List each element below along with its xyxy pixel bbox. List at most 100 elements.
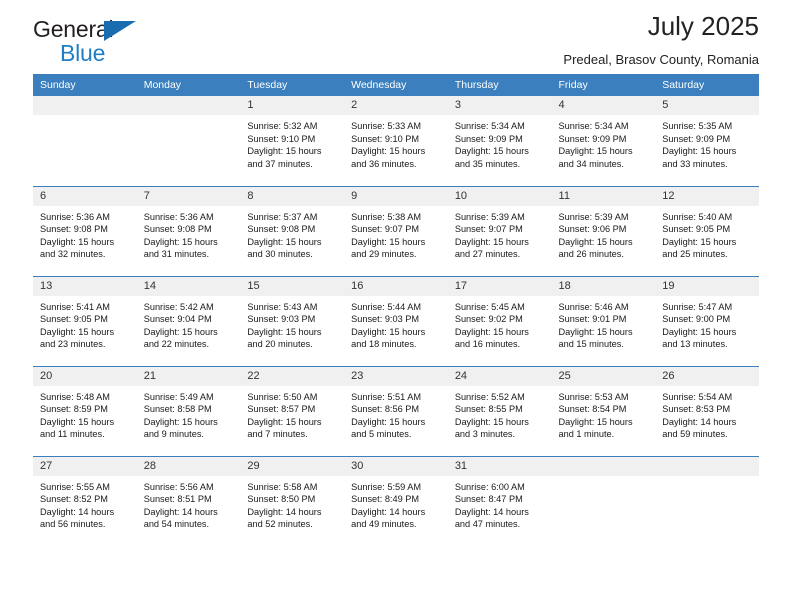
daylight-text: Daylight: 15 hours and 30 minutes.: [247, 236, 322, 260]
calendar-day-cell[interactable]: 22 Sunrise: 5:50 AM Sunset: 8:57 PM Dayligh…: [240, 365, 345, 456]
sunrise-text: Sunrise: 6:00 AM: [454, 481, 525, 492]
calendar-day-cell[interactable]: 30 Sunrise: 5:59 AM Sunset: 8:49 PM Dayligh…: [344, 455, 448, 546]
calendar-day-cell[interactable]: 4 Sunrise: 5:34 AM Sunset: 9:09 PM Daylight…: [551, 96, 656, 186]
calendar-page: General Blue July 2025 Predeal, Brasov C…: [0, 0, 792, 612]
sunset-text: Sunset: 9:06 PM: [558, 224, 627, 235]
calendar-day-cell[interactable]: 24 Sunrise: 5:52 AM Sunset: 8:55 PM Dayligh…: [447, 365, 552, 456]
daylight-text: Daylight: 15 hours and 26 minutes.: [558, 236, 633, 260]
day-number: 14: [136, 276, 241, 296]
sunrise-text: Sunrise: 5:44 AM: [351, 301, 422, 312]
sunset-text: Sunset: 8:49 PM: [351, 494, 420, 505]
calendar-day-cell[interactable]: 7 Sunrise: 5:36 AM Sunset: 9:08 PM Daylight…: [136, 185, 241, 276]
day-details: Sunrise: 5:54 AM Sunset: 8:53 PM Daylight:…: [655, 386, 759, 441]
day-details: Sunrise: 5:49 AM Sunset: 8:58 PM Daylight:…: [137, 386, 241, 441]
daylight-text: Daylight: 15 hours and 22 minutes.: [143, 326, 218, 350]
daylight-text: Daylight: 15 hours and 20 minutes.: [247, 326, 322, 350]
day-details: Sunrise: 5:40 AM Sunset: 9:05 PM Daylight:…: [655, 206, 759, 261]
page-title: July 2025: [647, 11, 759, 41]
sunset-text: Sunset: 9:05 PM: [40, 314, 108, 325]
day-number: 16: [344, 276, 448, 296]
sunrise-text: Sunrise: 5:58 AM: [247, 481, 318, 492]
sunrise-text: Sunrise: 5:41 AM: [40, 301, 110, 312]
sunset-text: Sunset: 8:50 PM: [247, 494, 316, 505]
sunset-text: Sunset: 9:01 PM: [558, 314, 627, 325]
sunset-text: Sunset: 8:51 PM: [143, 494, 212, 505]
calendar-day-cell[interactable]: 17 Sunrise: 5:45 AM Sunset: 9:02 PM Dayligh…: [447, 275, 552, 366]
sunrise-text: Sunrise: 5:53 AM: [558, 391, 629, 402]
day-details: Sunrise: 5:36 AM Sunset: 9:08 PM Daylight:…: [33, 206, 137, 261]
calendar-day-cell[interactable]: 8 Sunrise: 5:37 AM Sunset: 9:08 PM Daylight…: [240, 185, 345, 276]
calendar-day-cell[interactable]: 12 Sunrise: 5:40 AM Sunset: 9:05 PM Dayligh…: [655, 185, 759, 276]
calendar-day-cell[interactable]: 19 Sunrise: 5:47 AM Sunset: 9:00 PM Dayligh…: [655, 275, 759, 366]
daylight-text: Daylight: 14 hours and 56 minutes.: [40, 506, 115, 530]
calendar-day-cell[interactable]: 18 Sunrise: 5:46 AM Sunset: 9:01 PM Dayligh…: [551, 275, 656, 366]
day-details: Sunrise: 5:46 AM Sunset: 9:01 PM Daylight:…: [552, 296, 656, 351]
day-number: 17: [447, 276, 552, 296]
day-number: 10: [447, 186, 552, 206]
daylight-text: Daylight: 14 hours and 49 minutes.: [351, 506, 426, 530]
sunrise-text: Sunrise: 5:43 AM: [247, 301, 318, 312]
calendar-day-cell[interactable]: 15 Sunrise: 5:43 AM Sunset: 9:03 PM Dayligh…: [240, 275, 345, 366]
sunrise-text: Sunrise: 5:34 AM: [558, 121, 629, 131]
calendar-day-cell[interactable]: 9 Sunrise: 5:38 AM Sunset: 9:07 PM Daylight…: [344, 185, 448, 276]
calendar-day-cell[interactable]: 2 Sunrise: 5:33 AM Sunset: 9:10 PM Daylight…: [344, 96, 448, 186]
sunrise-text: Sunrise: 5:35 AM: [662, 121, 733, 131]
day-number: 30: [344, 456, 448, 476]
day-number: 1: [240, 96, 345, 115]
day-number: 26: [655, 366, 759, 386]
calendar-day-cell[interactable]: 10 Sunrise: 5:39 AM Sunset: 9:07 PM Dayligh…: [447, 185, 552, 276]
day-details: Sunrise: 5:55 AM Sunset: 8:52 PM Daylight:…: [33, 476, 137, 531]
day-number: [551, 456, 656, 476]
calendar-day-cell[interactable]: 1 Sunrise: 5:32 AM Sunset: 9:10 PM Daylight…: [240, 96, 345, 186]
day-details: Sunrise: 5:58 AM Sunset: 8:50 PM Daylight:…: [240, 476, 344, 531]
sunrise-text: Sunrise: 5:55 AM: [40, 481, 110, 492]
calendar-day-cell[interactable]: 27 Sunrise: 5:55 AM Sunset: 8:52 PM Dayligh…: [33, 455, 137, 546]
calendar-day-cell[interactable]: 20 Sunrise: 5:48 AM Sunset: 8:59 PM Dayligh…: [33, 365, 137, 456]
sunset-text: Sunset: 9:10 PM: [247, 133, 316, 144]
calendar-day-cell-empty: [551, 455, 656, 546]
calendar-day-cell[interactable]: 31 Sunrise: 6:00 AM Sunset: 8:47 PM Dayligh…: [447, 455, 552, 546]
calendar-day-cell[interactable]: 13 Sunrise: 5:41 AM Sunset: 9:05 PM Dayligh…: [33, 275, 137, 366]
day-number: 20: [33, 366, 137, 386]
day-details: Sunrise: 5:41 AM Sunset: 9:05 PM Daylight:…: [33, 296, 137, 351]
day-details: Sunrise: 5:47 AM Sunset: 9:00 PM Daylight:…: [655, 296, 759, 351]
day-details: Sunrise: 5:42 AM Sunset: 9:04 PM Daylight:…: [137, 296, 241, 351]
sunset-text: Sunset: 9:08 PM: [143, 224, 212, 235]
calendar-day-cell[interactable]: 29 Sunrise: 5:58 AM Sunset: 8:50 PM Dayligh…: [240, 455, 345, 546]
weekday-header-sunday: Sunday: [33, 74, 137, 96]
weekday-header-friday: Friday: [551, 74, 656, 96]
day-details: Sunrise: 5:36 AM Sunset: 9:08 PM Daylight:…: [137, 206, 241, 261]
day-number: 25: [551, 366, 656, 386]
calendar-day-cell[interactable]: 3 Sunrise: 5:34 AM Sunset: 9:09 PM Daylight…: [447, 96, 552, 186]
calendar-day-cell[interactable]: 5 Sunrise: 5:35 AM Sunset: 9:09 PM Daylight…: [655, 96, 759, 186]
weekday-header-row: Sunday Monday Tuesday Wednesday Thursday Frid…: [33, 74, 759, 96]
daylight-text: Daylight: 15 hours and 11 minutes.: [40, 416, 115, 440]
calendar-day-cell[interactable]: 6 Sunrise: 5:36 AM Sunset: 9:08 PM Daylight…: [33, 185, 137, 276]
calendar-day-cell[interactable]: 25 Sunrise: 5:53 AM Sunset: 8:54 PM Dayligh…: [551, 365, 656, 456]
calendar-day-cell[interactable]: 16 Sunrise: 5:44 AM Sunset: 9:03 PM Dayligh…: [344, 275, 448, 366]
daylight-text: Daylight: 15 hours and 27 minutes.: [454, 236, 529, 260]
calendar-day-cell[interactable]: 26 Sunrise: 5:54 AM Sunset: 8:53 PM Dayligh…: [655, 365, 759, 456]
day-details: Sunrise: 5:37 AM Sunset: 9:08 PM Daylight:…: [240, 206, 344, 261]
sunrise-text: Sunrise: 5:38 AM: [351, 211, 422, 222]
sunrise-text: Sunrise: 5:52 AM: [454, 391, 525, 402]
calendar-day-cell[interactable]: 11 Sunrise: 5:39 AM Sunset: 9:06 PM Dayligh…: [551, 185, 656, 276]
calendar-day-cell[interactable]: 21 Sunrise: 5:49 AM Sunset: 8:58 PM Dayligh…: [136, 365, 241, 456]
weekday-header-saturday: Saturday: [655, 74, 759, 96]
calendar-day-cell[interactable]: 28 Sunrise: 5:56 AM Sunset: 8:51 PM Dayligh…: [136, 455, 241, 546]
general-blue-logo[interactable]: General Blue: [33, 18, 163, 66]
calendar-week-row: 1 Sunrise: 5:32 AM Sunset: 9:10 PM Daylight…: [33, 96, 759, 186]
calendar-day-cell[interactable]: 14 Sunrise: 5:42 AM Sunset: 9:04 PM Dayligh…: [136, 275, 241, 366]
day-details: Sunrise: 5:50 AM Sunset: 8:57 PM Daylight:…: [240, 386, 344, 441]
calendar-day-cell[interactable]: 23 Sunrise: 5:51 AM Sunset: 8:56 PM Dayligh…: [344, 365, 448, 456]
daylight-text: Daylight: 15 hours and 16 minutes.: [454, 326, 529, 350]
calendar-week-row: 27 Sunrise: 5:55 AM Sunset: 8:52 PM Dayligh…: [33, 455, 759, 546]
day-number: 19: [655, 276, 759, 296]
daylight-text: Daylight: 15 hours and 18 minutes.: [351, 326, 426, 350]
daylight-text: Daylight: 15 hours and 32 minutes.: [40, 236, 115, 260]
calendar-day-cell-empty: [655, 455, 759, 546]
calendar-body: 1 Sunrise: 5:32 AM Sunset: 9:10 PM Daylight…: [33, 96, 759, 546]
sunset-text: Sunset: 8:52 PM: [40, 494, 108, 505]
daylight-text: Daylight: 14 hours and 47 minutes.: [454, 506, 529, 530]
day-number: 28: [136, 456, 241, 476]
